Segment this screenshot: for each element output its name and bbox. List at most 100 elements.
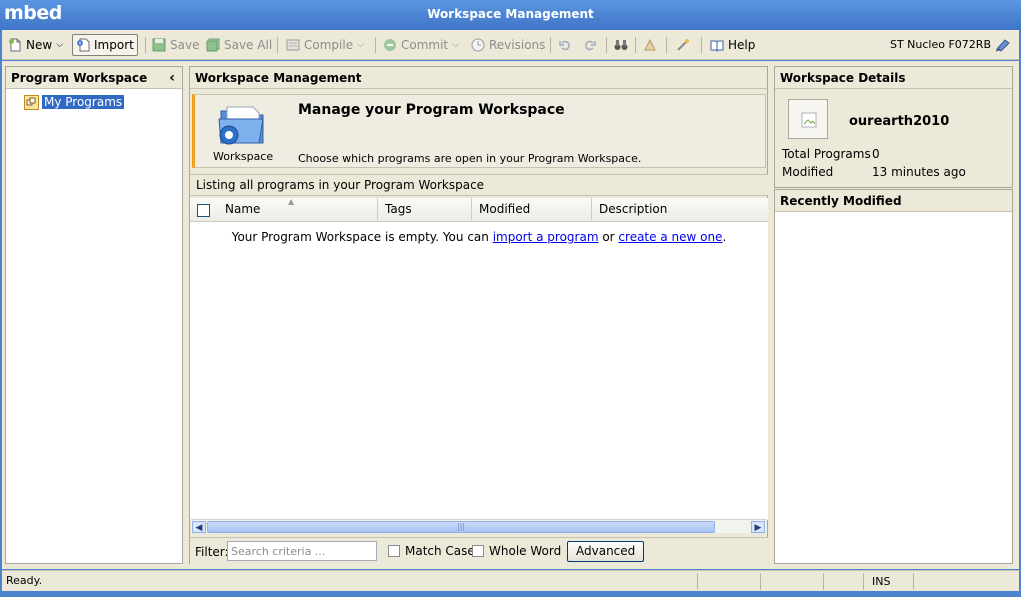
new-button-label: New [26,38,53,52]
clock-icon [471,38,485,52]
redo-button[interactable] [580,34,600,56]
listing-caption: Listing all programs in your Program Wor… [190,174,768,196]
empty-workspace-message: Your Program Workspace is empty. You can… [190,230,768,244]
sort-ascending-icon: ▲ [288,197,295,206]
match-case-box[interactable] [388,545,400,557]
undo-button[interactable] [555,34,575,56]
status-text: Ready. [6,574,43,587]
program-workspace-panel: Program Workspace ‹ My Programs [5,66,183,564]
title-bar: mbed Workspace Management [0,0,1021,30]
toolbar-separator [375,37,376,53]
empty-message-suffix: . [722,230,727,244]
programs-folder-icon [24,95,39,110]
new-file-icon [8,38,22,52]
compile-button-label: Compile [304,38,354,52]
toolbar-separator [145,37,146,53]
workspace-management-panel: Workspace Management Workspace Manage yo… [189,66,768,565]
column-modified-label: Modified [479,202,531,216]
panel-title: Program Workspace [11,71,148,85]
scroll-right-icon[interactable]: ▶ [751,521,765,533]
import-icon [76,38,90,52]
recently-modified-header: Recently Modified [775,190,1012,212]
match-case-checkbox[interactable]: Match Case [388,544,475,558]
toolbar-separator [550,37,551,53]
stat-label-modified: Modified [782,165,834,179]
compile-button[interactable]: Compile ⌵ [283,34,367,56]
column-modified[interactable]: Modified [472,198,592,220]
filter-bar: Filter: Match Case Whole Word Advanced [190,537,768,565]
status-cell [760,573,823,590]
workspace-banner: Workspace Manage your Program Workspace … [192,94,766,168]
username: ourearth2010 [849,114,950,129]
chevron-down-icon[interactable]: ⌵ [56,40,63,50]
recently-modified-panel: Recently Modified [774,189,1013,564]
create-program-link[interactable]: create a new one [618,230,722,244]
toolbar-separator [277,37,278,53]
find-button[interactable] [611,34,631,56]
toolbar: New ⌵ Import Save Save All Compile ⌵ Com… [2,30,1019,60]
tree-item-my-programs[interactable]: My Programs [24,95,125,110]
device-selector[interactable]: ST Nucleo F072RB [890,38,991,51]
toolbar-separator [606,37,607,53]
insert-mode-indicator: INS [863,573,913,590]
workspace-details-header: Workspace Details [775,67,1012,89]
undo-icon [558,38,572,52]
scroll-left-icon[interactable]: ◀ [192,521,206,533]
column-description-label: Description [599,202,668,216]
banner-description: Choose which programs are open in your P… [298,152,642,165]
save-all-button-label: Save All [224,38,273,52]
device-board-icon[interactable] [995,38,1011,52]
revisions-button[interactable]: Revisions [468,34,548,56]
program-workspace-header: Program Workspace ‹ [6,67,182,89]
column-name-label: Name [225,202,261,216]
chevron-down-icon[interactable]: ⌵ [452,40,459,50]
program-list [190,198,768,520]
tools-button[interactable] [673,34,693,56]
advanced-button[interactable]: Advanced [567,541,645,562]
scrollbar-thumb[interactable]: ||| [207,521,715,533]
status-cell [697,573,760,590]
select-all-checkbox[interactable] [197,204,210,220]
column-tags[interactable]: Tags [378,198,472,220]
horizontal-scrollbar[interactable]: ◀ ||| ▶ [191,519,767,533]
help-button[interactable]: Help [707,34,758,56]
import-button-label: Import [94,38,134,52]
column-name[interactable]: Name ▲ [218,197,378,220]
save-button-label: Save [170,38,200,52]
save-icon [152,38,166,52]
status-bar: Ready. INS [2,570,1019,591]
empty-message-middle: or [598,230,619,244]
binoculars-icon [614,38,628,52]
search-input[interactable] [227,541,377,561]
commit-icon [383,38,397,52]
column-tags-label: Tags [385,202,412,216]
status-cell [913,573,1017,590]
save-button[interactable]: Save [149,34,202,56]
import-program-link[interactable]: import a program [493,230,599,244]
status-cell [823,573,863,590]
column-description[interactable]: Description [592,198,768,220]
save-all-icon [206,38,220,52]
match-case-label: Match Case [405,544,475,558]
banner-icon-label: Workspace [213,150,274,163]
stat-label-total-programs: Total Programs [782,147,871,161]
chevron-down-icon[interactable]: ⌵ [357,40,364,50]
format-icon [643,38,657,52]
toolbar-separator [635,37,636,53]
import-button[interactable]: Import [72,34,138,56]
workspace-details-body: ourearth2010 Total Programs 0 Modified 1… [775,90,1012,187]
toolbar-separator [701,37,702,53]
whole-word-label: Whole Word [489,544,562,558]
filter-label: Filter: [195,545,229,559]
format-button[interactable] [640,34,660,56]
whole-word-checkbox[interactable]: Whole Word [472,544,561,558]
save-all-button[interactable]: Save All [203,34,275,56]
redo-icon [583,38,597,52]
whole-word-box[interactable] [472,545,484,557]
workspace-details-panel: Workspace Details ourearth2010 Total Pro… [774,66,1013,188]
compile-icon [286,38,300,52]
commit-button[interactable]: Commit ⌵ [380,34,462,56]
collapse-panel-icon[interactable]: ‹ [169,67,175,89]
new-button[interactable]: New ⌵ [5,34,66,56]
stat-value-total-programs: 0 [872,147,880,161]
